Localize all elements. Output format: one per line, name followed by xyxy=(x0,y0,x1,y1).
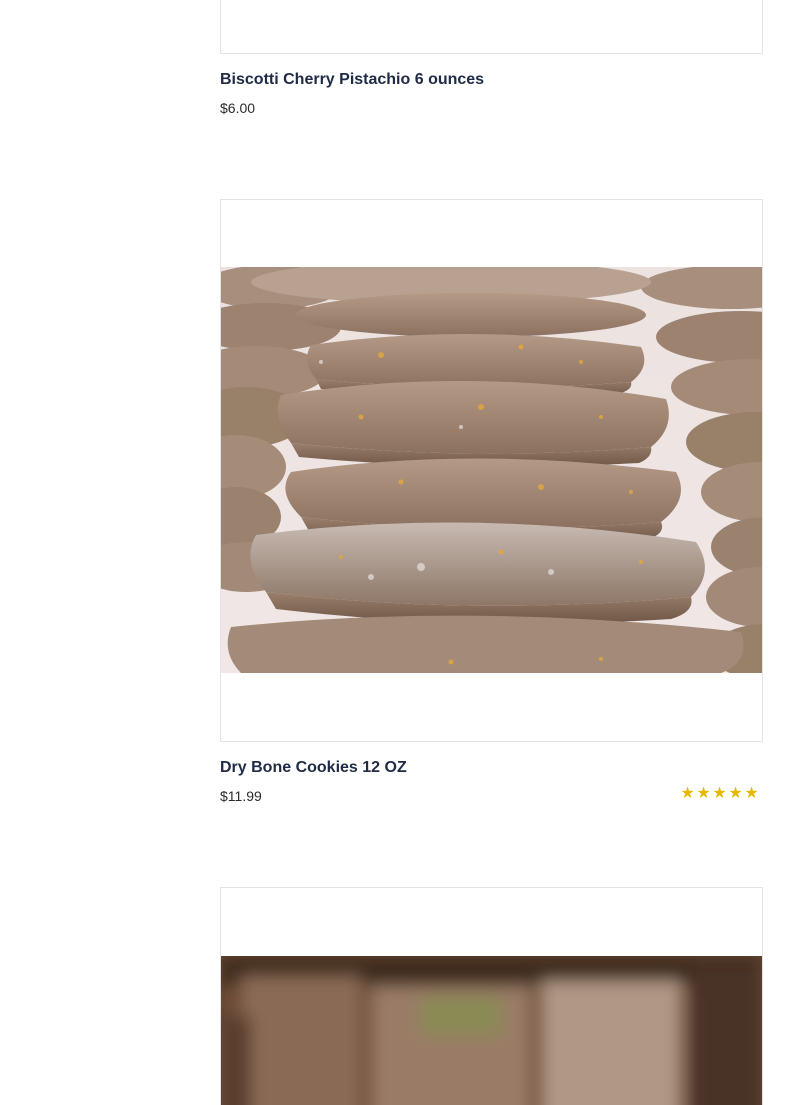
star-icon: ★ xyxy=(744,785,759,802)
star-icon: ★ xyxy=(728,785,743,802)
product-title-biscotti[interactable]: Biscotti Cherry Pistachio 6 ounces xyxy=(220,70,484,90)
product-grid-page: Biscotti Cherry Pistachio 6 ounces $6.00 xyxy=(0,0,785,1105)
product-image-frame-biscotti[interactable] xyxy=(220,0,763,54)
product-image-frame-3[interactable] xyxy=(220,887,763,1105)
product-price-biscotti: $6.00 xyxy=(220,100,256,116)
star-icon: ★ xyxy=(712,785,727,802)
product-photo-dry-bone-cookies[interactable] xyxy=(221,267,762,673)
product-price-dry-bone-cookies: $11.99 xyxy=(220,788,262,804)
product-title-dry-bone-cookies[interactable]: Dry Bone Cookies 12 OZ xyxy=(220,758,407,778)
star-icon: ★ xyxy=(680,785,695,802)
product-photo-3[interactable] xyxy=(221,956,762,1105)
star-icon: ★ xyxy=(696,785,711,802)
star-rating: ★ ★ ★ ★ ★ xyxy=(680,785,759,803)
product-image-frame-dry-bone-cookies[interactable] xyxy=(220,199,763,742)
